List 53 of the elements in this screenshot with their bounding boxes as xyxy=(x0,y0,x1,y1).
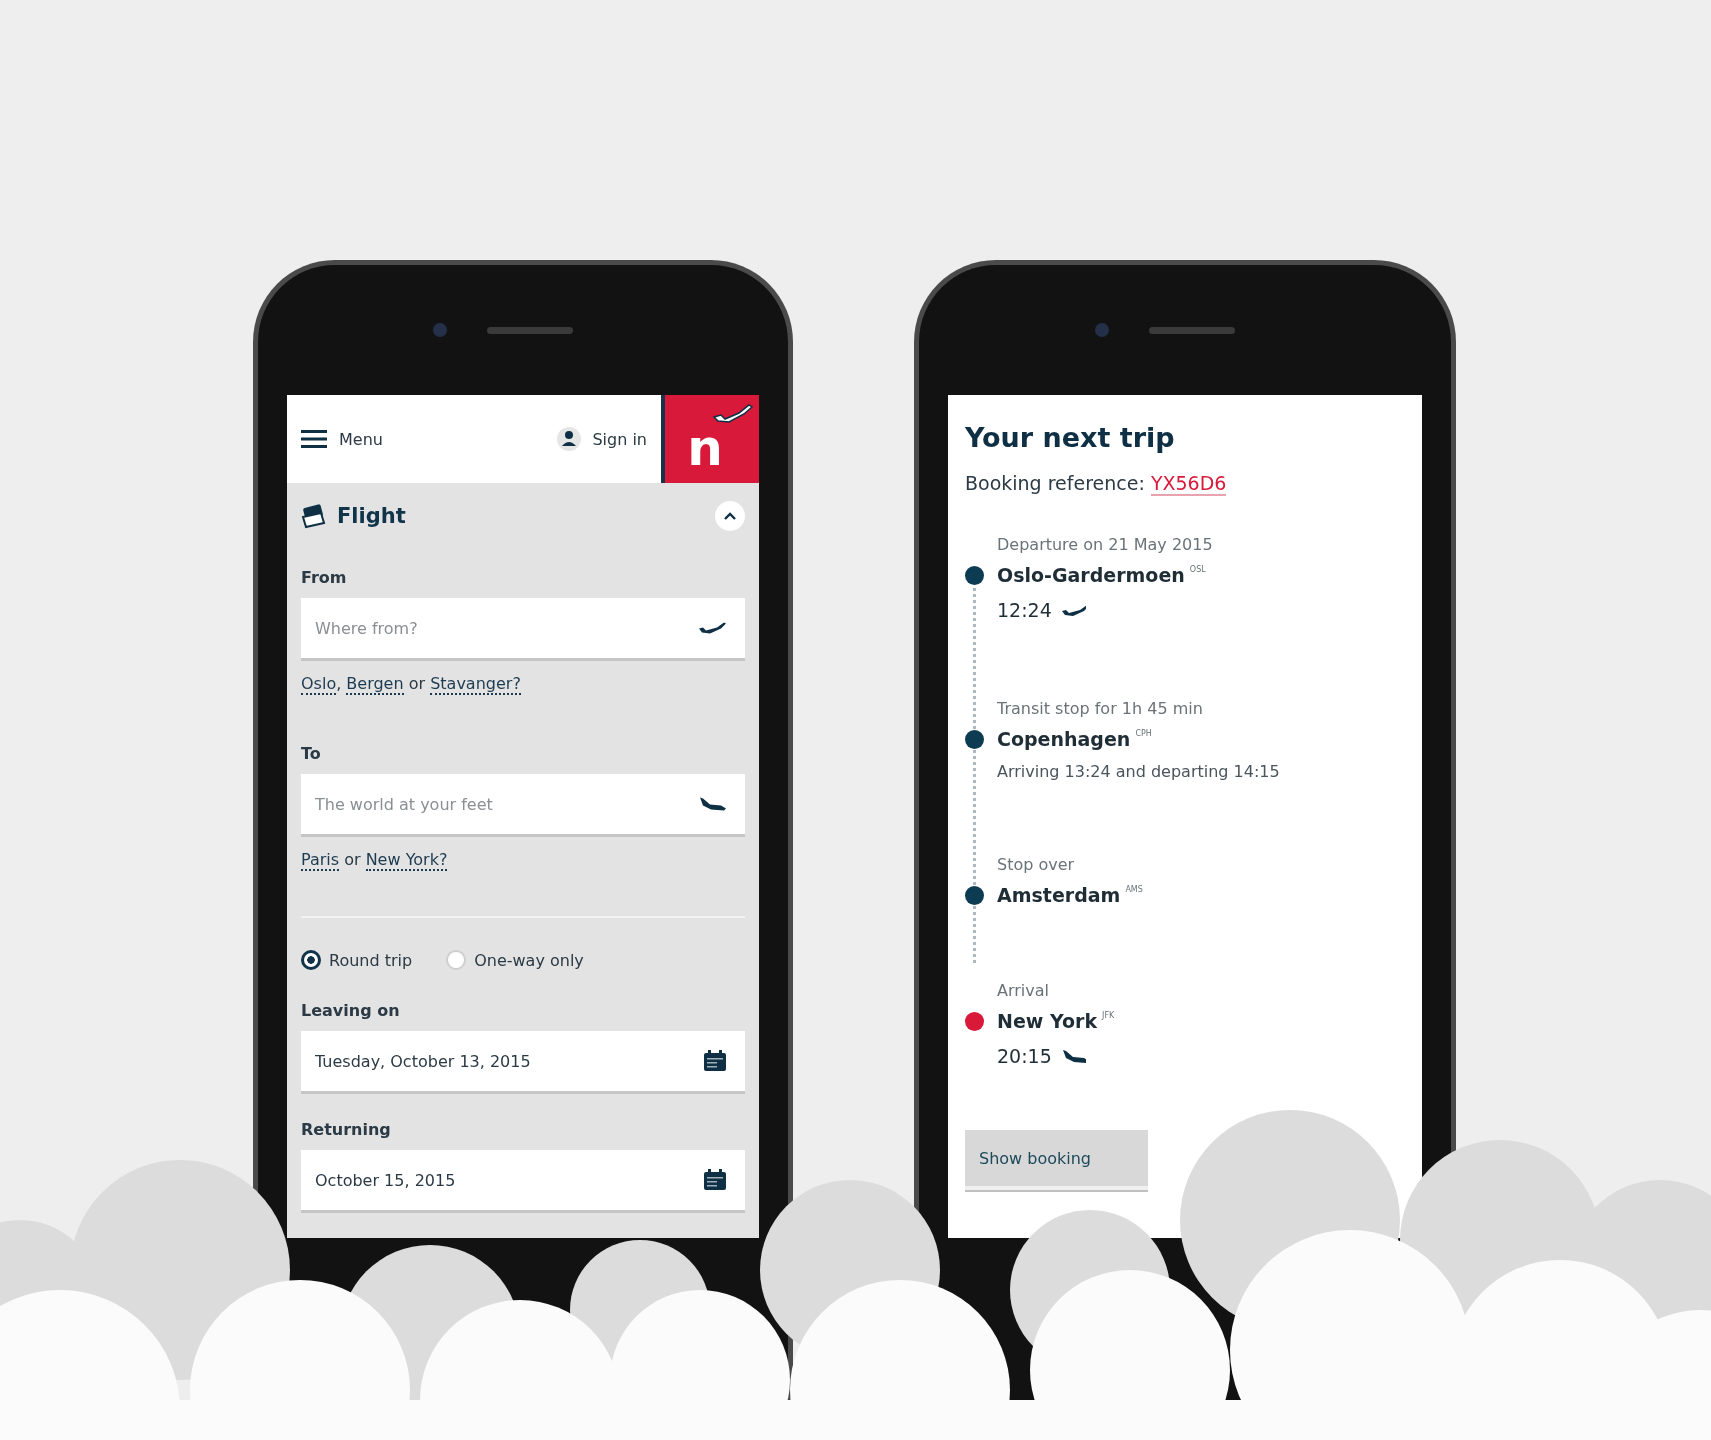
airport-code: AMS xyxy=(1125,884,1143,896)
suggestion-text: Paris or New York? xyxy=(301,849,449,872)
stop-caption: Stop over xyxy=(997,854,1076,876)
section-title: Flight xyxy=(337,504,406,528)
airport-code: JFK xyxy=(1102,1010,1115,1022)
menu-icon xyxy=(301,429,327,449)
stop-caption: Transit stop for 1h 45 min xyxy=(997,698,1204,720)
airport-code: CPH xyxy=(1135,728,1152,740)
plane-landing-icon xyxy=(697,795,727,813)
radio-label: One-way only xyxy=(474,950,584,970)
stop-name: Amsterdam xyxy=(997,883,1121,908)
stop-time: 12:24 xyxy=(997,598,1052,623)
stop-caption: Arrival xyxy=(997,980,1050,1002)
stop-name: New York xyxy=(997,1009,1098,1034)
city-link[interactable]: Oslo xyxy=(301,674,337,695)
city-link[interactable]: Bergen xyxy=(346,674,404,695)
user-icon xyxy=(556,426,583,452)
calendar-icon xyxy=(703,1169,727,1191)
calendar-icon xyxy=(703,1050,727,1072)
stop-caption: Departure on 21 May 2015 xyxy=(997,534,1214,556)
trip-type-radio[interactable]: Round trip xyxy=(301,950,413,970)
plane-icon xyxy=(713,403,753,423)
stop-detail: Arriving 13:24 and departing 14:15 xyxy=(997,761,1281,783)
radio-label: Round trip xyxy=(329,950,413,970)
stop-name: Oslo-Gardermoen xyxy=(997,563,1185,588)
city-link[interactable]: New York? xyxy=(365,850,448,871)
city-link[interactable]: Paris xyxy=(301,850,340,871)
menu-button[interactable]: Menu xyxy=(301,429,383,449)
date-input[interactable]: October 15, 2015 xyxy=(301,1150,745,1210)
stop-time: 20:15 xyxy=(997,1044,1052,1069)
booking-reference-link[interactable]: YX56D6 xyxy=(1150,472,1227,496)
airport-code: OSL xyxy=(1189,564,1206,576)
field-label: To xyxy=(301,743,322,765)
ticket-icon xyxy=(301,503,327,529)
trip-type-radio[interactable]: One-way only xyxy=(446,950,584,970)
suggestion-text: Oslo, Bergen or Stavanger? xyxy=(301,673,522,696)
city-link[interactable]: Stavanger? xyxy=(430,674,521,695)
radio-button[interactable] xyxy=(301,950,321,970)
sign-in-button[interactable]: Sign in xyxy=(556,426,647,452)
stop-name: Copenhagen xyxy=(997,727,1131,752)
field-label: Leaving on xyxy=(301,1000,401,1022)
booking-reference-text: Booking reference: YX56D6 xyxy=(965,471,1228,496)
logo[interactable]: n xyxy=(661,395,759,483)
field-label: From xyxy=(301,567,348,589)
field-label: Returning xyxy=(301,1119,392,1141)
airport-input[interactable]: Where from? xyxy=(301,598,745,658)
date-input[interactable]: Tuesday, October 13, 2015 xyxy=(301,1031,745,1091)
collapse-toggle[interactable] xyxy=(715,501,745,531)
page-title: Your next trip xyxy=(965,421,1176,455)
camera-lens xyxy=(433,323,447,337)
camera-lens xyxy=(1095,323,1109,337)
chevron-icon xyxy=(724,512,736,520)
airport-input[interactable]: The world at your feet xyxy=(301,774,745,834)
